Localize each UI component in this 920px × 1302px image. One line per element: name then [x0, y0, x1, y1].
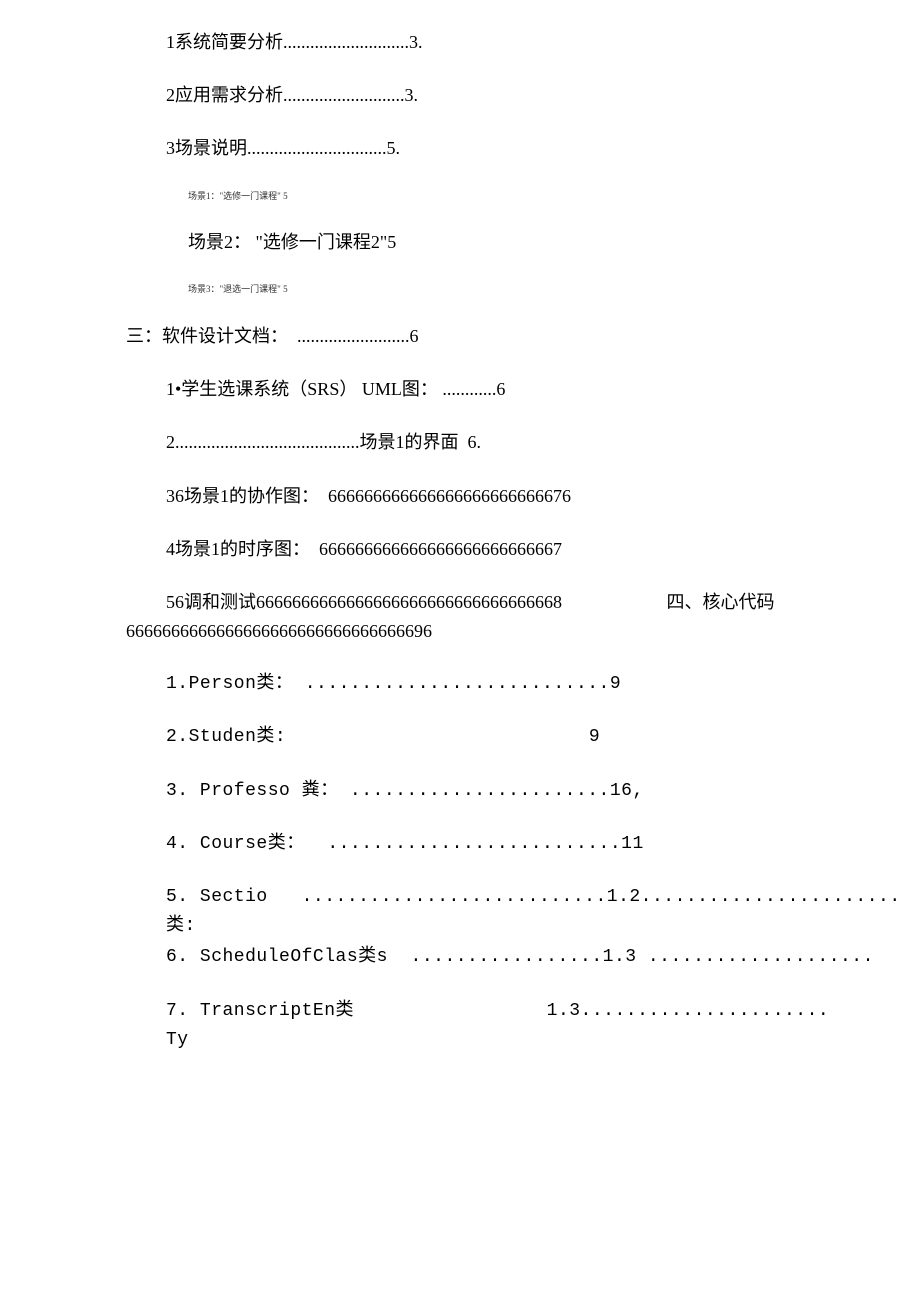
toc-text: 四、核心代码: [667, 590, 775, 615]
toc-label: 7. TranscriptEn类: [166, 1001, 354, 1021]
toc-item: 类:: [166, 914, 920, 939]
toc-label: 2.Studen类:: [166, 727, 286, 747]
toc-page: 1.3......................: [547, 1001, 830, 1021]
toc-text: 56调和测试6666666666666666666666666666666668: [166, 592, 562, 612]
toc-item: 3场景说明...............................5.: [166, 136, 920, 161]
toc-item: 6666666666666666666666666666666696: [126, 619, 920, 644]
toc-subitem: 场景1："选修一门课程" 5: [188, 190, 920, 203]
toc-page: 9: [589, 727, 600, 747]
toc-item: 2.......................................…: [166, 430, 920, 455]
toc-item: 2.Studen类: 9: [166, 725, 920, 750]
toc-item: 1•学生选课系统（SRS） UML图： ............6: [166, 377, 920, 402]
toc-item: 3. Professo 粪： .......................16…: [166, 779, 920, 804]
toc-item: 6. ScheduleOfClas类s .................1.3…: [166, 945, 920, 970]
toc-item: 36场景1的协作图： 666666666666666666666666676: [166, 484, 920, 509]
toc-item: 4. Course类： ..........................11: [166, 832, 920, 857]
toc-item: 56调和测试6666666666666666666666666666666668…: [166, 590, 920, 615]
toc-item: 1.Person类： ...........................9: [166, 672, 920, 697]
toc-item: 4场景1的时序图： 666666666666666666666666667: [166, 537, 920, 562]
toc-item: 1系统简要分析............................3.: [166, 30, 920, 55]
toc-subitem: 场景3："退选一门课程" 5: [188, 283, 920, 296]
toc-item: 7. TranscriptEn类 1.3....................…: [166, 999, 920, 1024]
toc-item: 2应用需求分析...........................3.: [166, 83, 920, 108]
toc-item: 5. Sectio ...........................1.2…: [166, 885, 920, 910]
toc-item: Ty: [166, 1028, 920, 1053]
toc-subitem: 场景2： "选修一门课程2"5: [188, 230, 920, 255]
toc-section: 三：软件设计文档： .........................6: [126, 324, 920, 349]
